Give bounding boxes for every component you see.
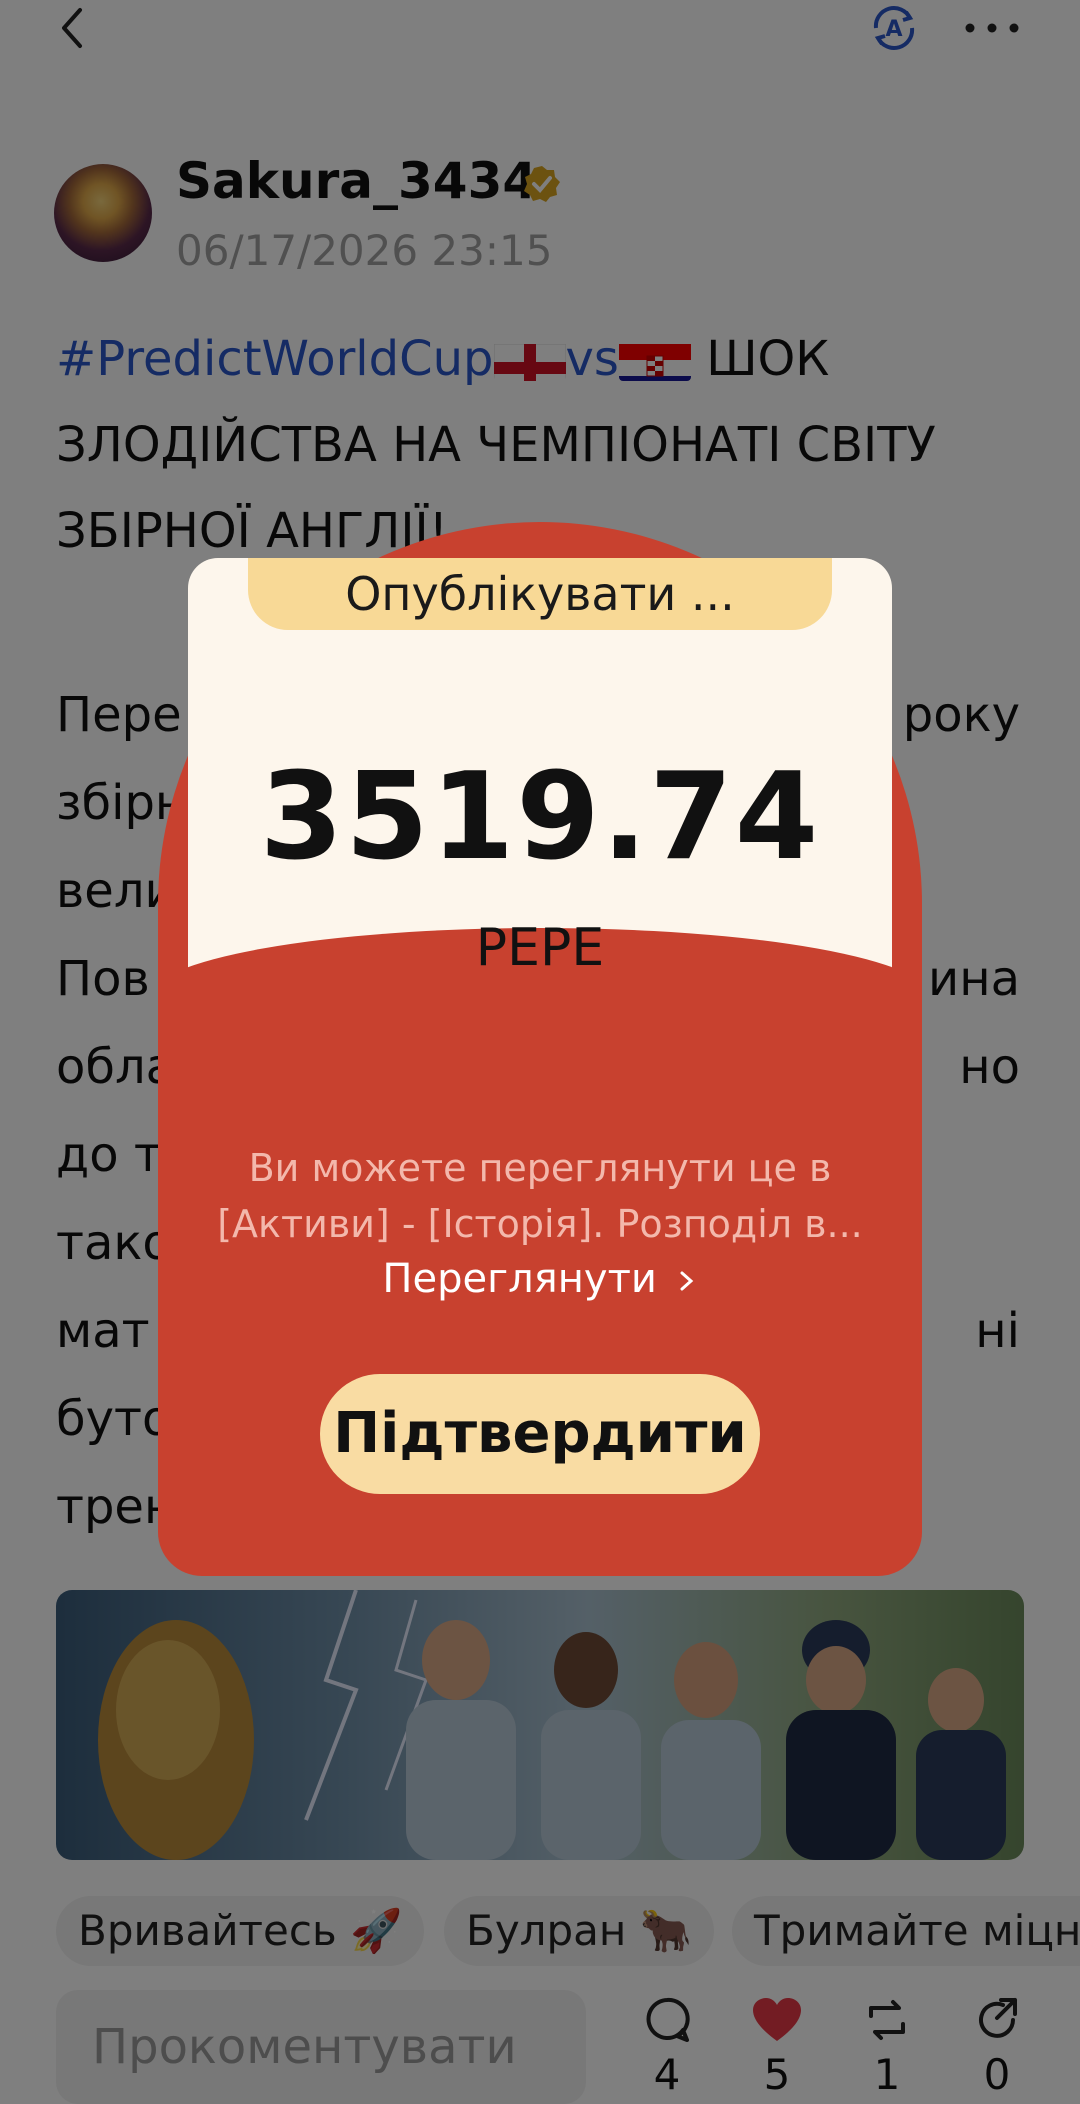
chevron-right-icon — [680, 1271, 693, 1291]
info-text: Ви можете переглянути це в [Активи] - [І… — [217, 1146, 863, 1246]
red-packet-card: Опублікувати ... 3519.74 PEPE — [188, 558, 892, 998]
view-link-label: Переглянути — [382, 1256, 657, 1302]
card-label: Опублікувати ... — [248, 558, 832, 630]
view-link[interactable]: Переглянути — [158, 1256, 922, 1302]
red-packet-modal: Опублікувати ... 3519.74 PEPE Ви можете … — [158, 522, 922, 1576]
reward-currency: PEPE — [475, 918, 605, 978]
reward-amount: 3519.74 — [259, 748, 821, 887]
confirm-button[interactable]: Підтвердити — [320, 1374, 760, 1494]
